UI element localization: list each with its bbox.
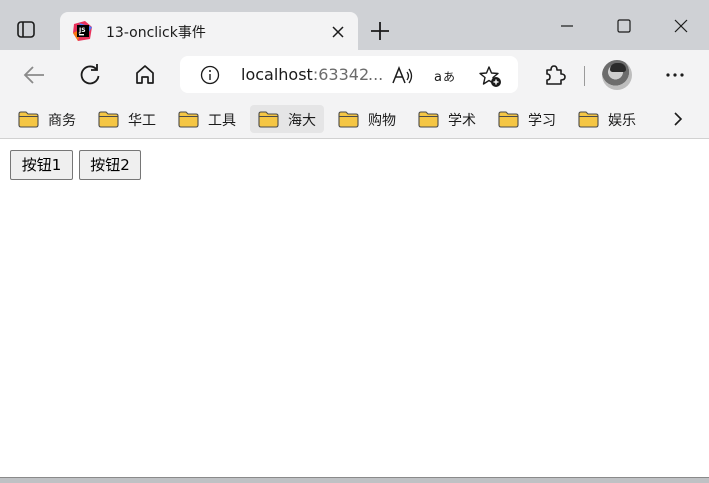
url-host: localhost	[241, 65, 313, 84]
bookmark-label: 商务	[48, 113, 76, 129]
navigation-toolbar: localhost:63342 ... a あ	[0, 50, 709, 100]
folder-icon	[418, 111, 439, 128]
page-content: 按钮1 按钮2	[0, 139, 709, 477]
read-aloud-icon[interactable]	[390, 64, 414, 88]
jetbrains-icon: JS	[73, 21, 93, 41]
folder-icon	[178, 111, 199, 128]
bookmark-folder-yule[interactable]: 娱乐	[570, 105, 644, 133]
url-text[interactable]: localhost:63342	[241, 65, 379, 84]
window-close-icon[interactable]	[667, 13, 695, 41]
minimize-icon[interactable]	[553, 13, 581, 41]
svg-text:JS: JS	[78, 27, 86, 34]
url-ellipsis: ...	[368, 65, 384, 84]
bookmark-label: 购物	[368, 113, 396, 129]
folder-icon	[338, 111, 359, 128]
browser-window: JS 13-onclick事件 localhost:63342 ... a あ …	[0, 0, 709, 483]
home-icon[interactable]	[131, 61, 159, 89]
svg-text:あ: あ	[443, 70, 455, 84]
tab-strip: JS 13-onclick事件	[0, 0, 709, 52]
bookmark-label: 工具	[208, 113, 236, 129]
maximize-icon[interactable]	[610, 13, 638, 41]
folder-icon	[498, 111, 519, 128]
bookmark-folder-huagong[interactable]: 华工	[90, 105, 164, 133]
arrow-left-icon[interactable]	[21, 61, 49, 89]
active-tab[interactable]: JS 13-onclick事件	[60, 12, 358, 52]
tab-actions-icon[interactable]	[14, 17, 40, 43]
window-bottom-edge	[0, 477, 709, 483]
profile-avatar[interactable]	[602, 60, 632, 90]
bookmark-folder-xueshu[interactable]: 学术	[410, 105, 484, 133]
folder-icon	[18, 111, 39, 128]
chevron-right-icon[interactable]	[668, 109, 688, 129]
translate-icon[interactable]: a あ	[433, 64, 457, 88]
folder-icon	[98, 111, 119, 128]
bookmark-folder-gongju[interactable]: 工具	[170, 105, 244, 133]
bookmark-folder-xuexi[interactable]: 学习	[490, 105, 564, 133]
bookmark-label: 海大	[288, 113, 316, 129]
bookmark-folder-haida[interactable]: 海大	[250, 105, 324, 133]
bookmark-folder-shangwu[interactable]: 商务	[10, 105, 84, 133]
bookmark-label: 华工	[128, 113, 156, 129]
folder-icon	[578, 111, 599, 128]
info-icon[interactable]	[199, 64, 221, 86]
bookmarks-bar: 商务 华工 工具 海大 购物 学术 学习 娱乐	[0, 100, 709, 139]
svg-text:a: a	[434, 70, 442, 85]
address-bar[interactable]: localhost:63342 ... a あ	[180, 56, 518, 93]
bookmark-label: 学习	[528, 113, 556, 129]
more-icon[interactable]	[661, 61, 689, 89]
tab-title: 13-onclick事件	[106, 25, 206, 41]
refresh-icon[interactable]	[76, 61, 104, 89]
url-port: :63342	[312, 65, 370, 84]
close-tab-icon[interactable]	[328, 22, 348, 42]
add-favorite-icon[interactable]	[478, 64, 502, 88]
button-2[interactable]: 按钮2	[79, 150, 141, 180]
toolbar-divider	[584, 66, 585, 86]
new-tab-icon[interactable]	[368, 19, 392, 43]
folder-icon	[258, 111, 279, 128]
bookmark-folder-gouwu[interactable]: 购物	[330, 105, 404, 133]
bookmark-label: 娱乐	[608, 113, 636, 129]
button-1[interactable]: 按钮1	[10, 150, 73, 180]
puzzle-icon[interactable]	[540, 61, 568, 89]
bookmark-label: 学术	[448, 113, 476, 129]
